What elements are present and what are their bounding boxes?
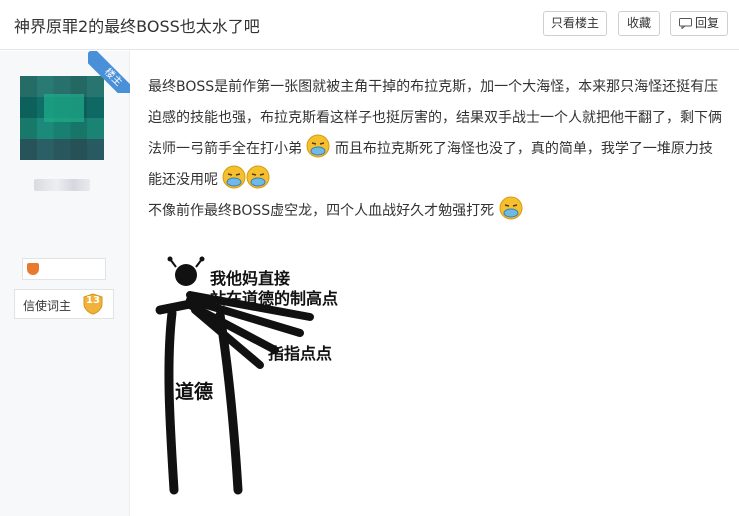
medal-box [22,258,106,280]
favorite-button[interactable]: 收藏 [618,11,660,36]
level-title[interactable]: 信使词主 [23,297,71,314]
reply-label: 回复 [694,16,719,30]
meme-caption-point: 指指点点 [268,344,333,363]
op-corner-label: 楼主 [88,51,130,93]
sick-face-emoji-icon [246,165,270,189]
username-blurred[interactable] [34,179,90,191]
medal-icon[interactable] [27,263,39,275]
author-sidebar: 信使词主 13 [0,51,130,516]
thread-title: 神界原罪2的最终BOSS也太水了吧 [14,17,260,36]
post-content: 最终BOSS是前作第一张图就被主角干掉的布拉克斯，加一个大海怪，本来那只海怪还挺… [148,72,726,227]
only-op-button[interactable]: 只看楼主 [543,11,607,36]
thread-header: 神界原罪2的最终BOSS也太水了吧 只看楼主 收藏 回复 [0,0,739,50]
op-corner-badge: 楼主 [88,51,130,93]
level-number: 13 [86,295,100,306]
sick-face-emoji-icon [499,196,523,220]
post-text-3: 不像前作最终BOSS虚空龙，四个人血战好久才勉强打死 [148,203,495,219]
level-badge-icon[interactable]: 13 [82,293,104,315]
reply-icon [678,18,692,29]
meme-image[interactable]: 我他妈直接 站在道德的制高点 指指点点 道德 [150,255,370,495]
meme-caption-stand: 道德 [175,381,214,403]
meme-caption-line2: 站在道德的制高点 [210,289,339,308]
level-box: 信使词主 13 [14,289,114,319]
sick-face-emoji-icon [222,165,246,189]
sick-face-emoji-icon [306,134,330,158]
post-paragraph-2: 不像前作最终BOSS虚空龙，四个人血战好久才勉强打死 [148,196,726,227]
avatar-blur [44,94,84,122]
post-paragraph-1: 最终BOSS是前作第一张图就被主角干掉的布拉克斯，加一个大海怪，本来那只海怪还挺… [148,72,726,196]
reply-button[interactable]: 回复 [670,11,728,36]
